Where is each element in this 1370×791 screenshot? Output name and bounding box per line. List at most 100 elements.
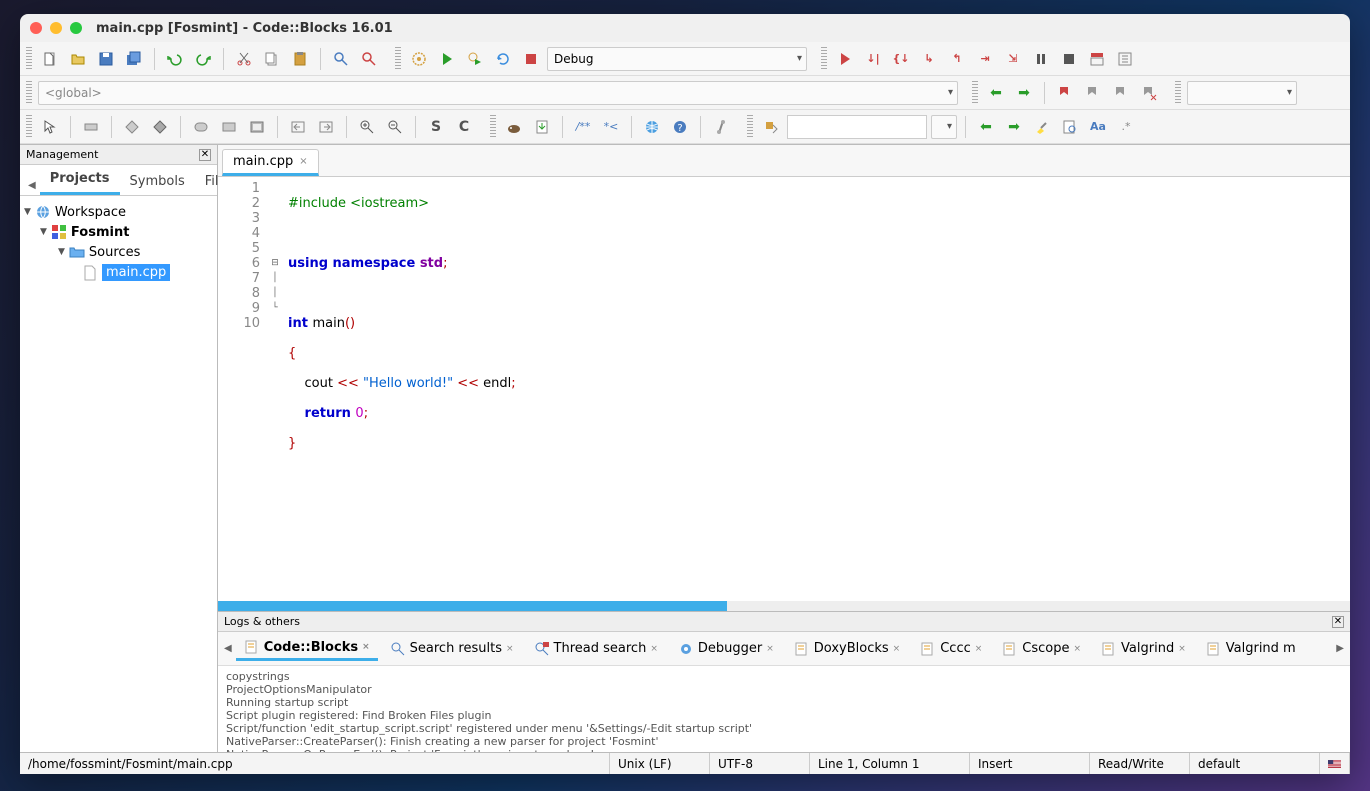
find-in-files-button[interactable] xyxy=(1058,115,1082,139)
debugging-windows-button[interactable] xyxy=(1085,47,1109,71)
step-into-instruction-button[interactable]: ⇲ xyxy=(1001,47,1025,71)
logs-tab-search[interactable]: Search results× xyxy=(382,638,522,660)
fold-gutter[interactable]: ⊟││└ xyxy=(268,177,282,601)
toolbar-grip[interactable] xyxy=(490,115,496,139)
save-button[interactable] xyxy=(94,47,118,71)
doxyblocks-button[interactable] xyxy=(502,115,526,139)
tree-folder-sources[interactable]: ▼Sources xyxy=(24,242,213,262)
jump-forward-button[interactable]: ➡ xyxy=(1012,81,1036,105)
various-info-button[interactable] xyxy=(1113,47,1137,71)
extra-combo[interactable] xyxy=(1187,81,1297,105)
run-button[interactable] xyxy=(435,47,459,71)
code-body[interactable]: #include <iostream> using namespace std;… xyxy=(282,177,1350,601)
next-instruction-button[interactable]: ⇥ xyxy=(973,47,997,71)
logs-tab-codeblocks[interactable]: Code::Blocks× xyxy=(236,636,378,661)
paste-button[interactable] xyxy=(288,47,312,71)
toolbar-grip[interactable] xyxy=(1175,81,1181,105)
decision-button[interactable] xyxy=(120,115,144,139)
bookmark-toggle-button[interactable] xyxy=(1053,81,1077,105)
code-editor[interactable]: 12345678910 ⊟││└ #include <iostream> usi… xyxy=(218,177,1350,601)
next-search-button[interactable]: ➡ xyxy=(1002,115,1026,139)
break-button[interactable] xyxy=(1029,47,1053,71)
exit-button[interactable] xyxy=(314,115,338,139)
toolbar-grip[interactable] xyxy=(821,47,827,71)
editor-tab-close[interactable]: × xyxy=(299,156,307,167)
abort-button[interactable] xyxy=(519,47,543,71)
step-into-button[interactable]: ↳ xyxy=(917,47,941,71)
block-button[interactable] xyxy=(245,115,269,139)
toolbar-grip[interactable] xyxy=(395,47,401,71)
titlebar[interactable]: main.cpp [Fosmint] - Code::Blocks 16.01 xyxy=(20,14,1350,42)
regex-button[interactable]: .* xyxy=(1114,115,1138,139)
extract-doc-button[interactable] xyxy=(530,115,554,139)
chm-help-button[interactable]: ? xyxy=(668,115,692,139)
new-file-button[interactable] xyxy=(38,47,62,71)
status-lang-icon[interactable] xyxy=(1320,753,1350,774)
find-button[interactable] xyxy=(329,47,353,71)
next-line-button[interactable]: {↓ xyxy=(889,47,913,71)
minimize-window-button[interactable] xyxy=(50,22,62,34)
toolbar-grip[interactable] xyxy=(26,81,32,105)
bookmark-next-button[interactable] xyxy=(1109,81,1133,105)
logs-close-button[interactable]: ✕ xyxy=(1332,616,1344,628)
select-button[interactable] xyxy=(38,115,62,139)
stop-debugger-button[interactable] xyxy=(1057,47,1081,71)
loop-button[interactable] xyxy=(189,115,213,139)
tab-projects[interactable]: Projects xyxy=(40,165,120,195)
rebuild-button[interactable] xyxy=(491,47,515,71)
logs-body[interactable]: copystrings ProjectOptionsManipulator Ru… xyxy=(218,666,1350,752)
build-target-combo[interactable]: Debug xyxy=(547,47,807,71)
editor-hscroll[interactable] xyxy=(218,601,1350,611)
highlight-button[interactable] xyxy=(1030,115,1054,139)
cut-button[interactable] xyxy=(232,47,256,71)
close-window-button[interactable] xyxy=(30,22,42,34)
tree-project[interactable]: ▼Fosmint xyxy=(24,222,213,242)
step-out-button[interactable]: ↰ xyxy=(945,47,969,71)
decision-alt-button[interactable] xyxy=(148,115,172,139)
tab-symbols[interactable]: Symbols xyxy=(120,168,195,195)
save-all-button[interactable] xyxy=(122,47,146,71)
build-run-button[interactable] xyxy=(463,47,487,71)
jump-back-button[interactable]: ⬅ xyxy=(984,81,1008,105)
chart-button[interactable]: C xyxy=(452,115,476,139)
abbrev-button[interactable] xyxy=(759,115,783,139)
logs-tab-cscope[interactable]: Cscope× xyxy=(994,638,1089,660)
open-file-button[interactable] xyxy=(66,47,90,71)
undo-button[interactable] xyxy=(163,47,187,71)
toolbar-grip[interactable] xyxy=(26,47,32,71)
bookmark-prev-button[interactable] xyxy=(1081,81,1105,105)
logs-tab-debugger[interactable]: Debugger× xyxy=(670,638,782,660)
logs-tab-cccc[interactable]: Cccc× xyxy=(912,638,990,660)
logs-tab-valgrind-m[interactable]: Valgrind m xyxy=(1198,638,1304,660)
redo-button[interactable] xyxy=(191,47,215,71)
run-to-cursor-button[interactable]: ↓| xyxy=(861,47,885,71)
tree-file-maincpp[interactable]: main.cpp xyxy=(24,262,213,283)
goto-combo[interactable] xyxy=(931,115,957,139)
goto-input[interactable] xyxy=(787,115,927,139)
source-button[interactable]: S xyxy=(424,115,448,139)
line-comment-button[interactable]: *< xyxy=(599,115,623,139)
bookmark-clear-button[interactable] xyxy=(1137,81,1161,105)
html-help-button[interactable] xyxy=(640,115,664,139)
settings-button[interactable] xyxy=(709,115,733,139)
tab-scroll-left[interactable]: ◀ xyxy=(24,176,40,195)
management-close-button[interactable]: ✕ xyxy=(199,149,211,161)
zoom-in-button[interactable] xyxy=(355,115,379,139)
logs-tab-valgrind[interactable]: Valgrind× xyxy=(1093,638,1194,660)
editor-tab-maincpp[interactable]: main.cpp× xyxy=(222,149,319,176)
instruction-button[interactable] xyxy=(79,115,103,139)
logs-tab-scroll-right[interactable]: ▶ xyxy=(1336,643,1344,654)
block-comment-button[interactable]: /** xyxy=(571,115,595,139)
prev-search-button[interactable]: ⬅ xyxy=(974,115,998,139)
maximize-window-button[interactable] xyxy=(70,22,82,34)
match-case-button[interactable]: Aa xyxy=(1086,115,1110,139)
tree-workspace[interactable]: ▼Workspace xyxy=(24,202,213,222)
toolbar-grip[interactable] xyxy=(26,115,32,139)
find-replace-button[interactable] xyxy=(357,47,381,71)
zoom-out-button[interactable] xyxy=(383,115,407,139)
copy-button[interactable] xyxy=(260,47,284,71)
toolbar-grip[interactable] xyxy=(747,115,753,139)
logs-tab-threadsearch[interactable]: Thread search× xyxy=(526,638,666,660)
logs-tab-scroll-left[interactable]: ◀ xyxy=(224,643,232,654)
debug-continue-button[interactable] xyxy=(833,47,857,71)
